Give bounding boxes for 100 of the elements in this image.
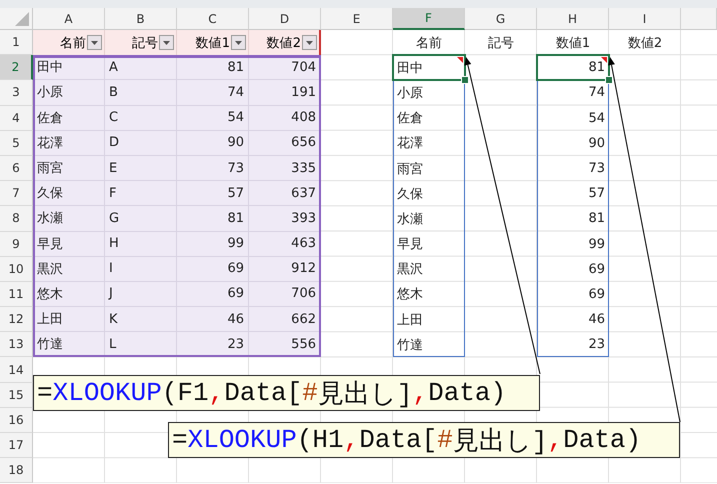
row-header[interactable]: 12 (0, 307, 33, 332)
caret-icon (91, 40, 98, 45)
row-header[interactable]: 9 (0, 232, 33, 257)
header-label: 名前 (60, 34, 86, 52)
table-cell: 81 (177, 206, 249, 232)
table-cell: 57 (177, 181, 249, 206)
table-cell: 191 (249, 80, 321, 106)
table-cell-text: 小原 (396, 84, 424, 103)
header-label: 数値1 (196, 34, 230, 52)
table-cell-text: 記号 (487, 34, 515, 53)
table-cell: 637 (249, 181, 321, 206)
table-cell: 久保 (33, 181, 105, 206)
row-header[interactable]: 3 (0, 80, 33, 106)
fill-handle[interactable] (461, 76, 469, 84)
row-header[interactable]: 15 (0, 382, 33, 408)
table-cell: H (105, 232, 177, 257)
table-cell: 竹達 (33, 332, 105, 358)
active-cell[interactable]: 81 (536, 54, 610, 82)
filter-button[interactable] (302, 35, 317, 50)
table-cell: 90 (177, 130, 249, 156)
table-cell-text: 水瀬 (396, 210, 424, 229)
table-cell: 74 (177, 80, 249, 106)
row-header[interactable]: 1 (0, 30, 33, 56)
filter-button[interactable] (231, 35, 246, 50)
caret-icon (235, 40, 242, 45)
column-header[interactable]: I (609, 8, 681, 30)
table-cell: 黒沢 (33, 256, 105, 282)
column-header[interactable]: G (465, 8, 537, 30)
table-cell: 408 (249, 106, 321, 131)
table-cell: 393 (249, 206, 321, 232)
table-cell-text: 73 (587, 160, 606, 178)
table-cell: 662 (249, 307, 321, 332)
formula-callout: =XLOOKUP(H1,Data[#見出し],Data) (168, 422, 680, 458)
table-cell-text: 69 (587, 260, 606, 279)
table-cell: 69 (177, 256, 249, 282)
table-cell-text: 数値2 (626, 34, 664, 53)
caret-icon (306, 40, 313, 45)
table-cell-text: 99 (587, 236, 606, 254)
table-cell: 463 (249, 232, 321, 257)
table-cell-text: 46 (587, 311, 606, 330)
corner-marker-icon (457, 57, 463, 64)
row-header[interactable]: 14 (0, 357, 33, 383)
column-header[interactable]: F (393, 8, 465, 30)
table-cell: 656 (249, 130, 321, 156)
table-cell-text: 上田 (396, 312, 424, 330)
row-header[interactable]: 8 (0, 206, 33, 232)
table-cell: G (105, 206, 177, 232)
table-cell: 花澤 (33, 130, 105, 156)
column-header[interactable]: D (249, 8, 321, 30)
table-cell-text: 54 (587, 110, 606, 128)
table-cell: D (105, 130, 177, 156)
table-cell: 雨宮 (33, 156, 105, 182)
table-cell-text: 23 (587, 336, 606, 354)
table-cell-text: 81 (587, 210, 606, 228)
row-header[interactable]: 7 (0, 181, 33, 206)
table-cell-text: 数値1 (554, 34, 592, 53)
table-cell: 69 (177, 282, 249, 308)
table-cell-text: 竹達 (396, 336, 424, 355)
row-header[interactable]: 11 (0, 282, 33, 308)
formula-callout: =XLOOKUP(F1,Data[#見出し],Data) (33, 375, 540, 411)
table-cell-text: 花澤 (396, 135, 424, 154)
table-cell: 99 (177, 232, 249, 257)
table-cell: K (105, 307, 177, 332)
table-cell: 46 (177, 307, 249, 332)
table-cell-text: 早見 (396, 236, 424, 254)
row-header[interactable]: 16 (0, 408, 33, 433)
table-cell: 706 (249, 282, 321, 308)
table-cell-text: 雨宮 (396, 160, 424, 179)
table-cell: 佐倉 (33, 106, 105, 131)
column-header[interactable]: E (321, 8, 393, 30)
table-cell: F (105, 181, 177, 206)
table-cell-text: 久保 (396, 186, 424, 204)
header-label: 記号 (132, 34, 158, 52)
row-header[interactable]: 13 (0, 332, 33, 358)
row-header[interactable]: 17 (0, 433, 33, 458)
row-header[interactable]: 6 (0, 156, 33, 182)
active-cell[interactable]: 田中 (392, 54, 466, 82)
table-cell: 水瀬 (33, 206, 105, 232)
row-header[interactable]: 2 (0, 55, 33, 80)
column-header[interactable]: C (177, 8, 249, 30)
column-header[interactable]: B (105, 8, 177, 30)
fill-handle[interactable] (605, 76, 613, 84)
filter-button[interactable] (87, 35, 102, 50)
table-cell: C (105, 106, 177, 131)
table-cell-text: 佐倉 (396, 110, 424, 128)
table-cell-text: 74 (587, 84, 606, 102)
row-header[interactable]: 5 (0, 130, 33, 156)
table-cell: 912 (249, 256, 321, 282)
row-header[interactable]: 18 (0, 458, 33, 484)
table-cell: 54 (177, 106, 249, 131)
table-cell-text: 69 (587, 286, 606, 304)
column-header[interactable]: A (33, 8, 105, 30)
row-header[interactable]: 10 (0, 256, 33, 282)
table-cell: L (105, 332, 177, 358)
table-cell: 早見 (33, 232, 105, 257)
header-label: 数値2 (266, 34, 301, 52)
table-cell: 335 (249, 156, 321, 182)
filter-button[interactable] (159, 35, 174, 50)
row-header[interactable]: 4 (0, 106, 33, 131)
column-header[interactable]: H (537, 8, 609, 30)
